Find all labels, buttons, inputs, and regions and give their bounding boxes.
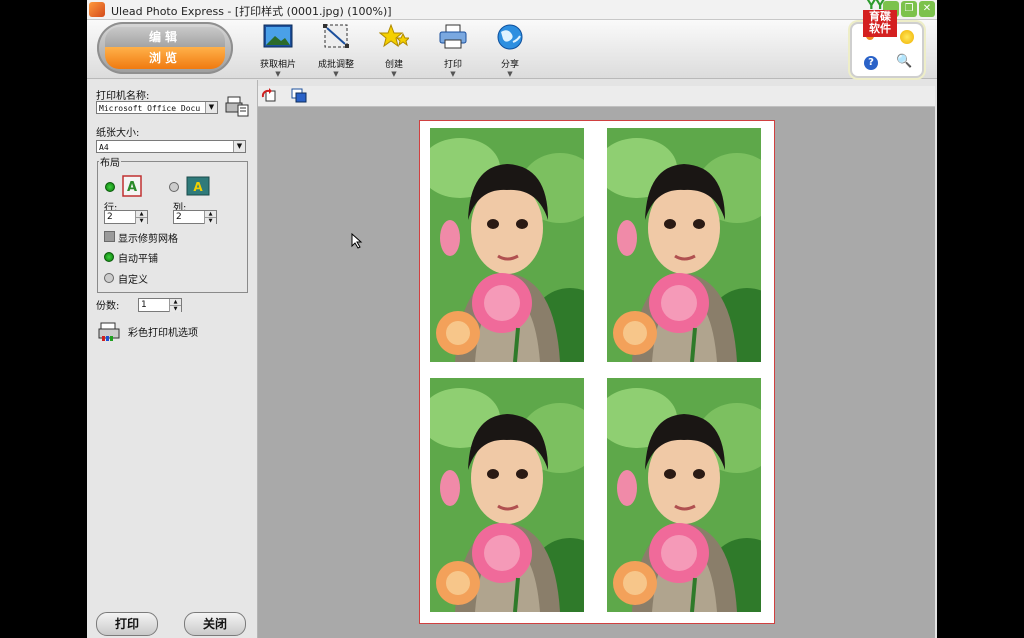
copies-label: 份数: — [96, 301, 120, 312]
main-toolbar: 编辑 浏览 获取相片 ▼ 成批调整 ▼ 创建 ▼ 打印 ▼ 分享 ▼ — [87, 20, 937, 79]
share-globe-icon — [497, 24, 523, 50]
chevron-down-icon: ▼ — [450, 70, 456, 78]
photo-icon — [263, 24, 293, 48]
tips-bulb-icon[interactable] — [900, 30, 914, 44]
photo-thumbnail[interactable] — [430, 128, 584, 362]
paper-size-value: A4 — [99, 143, 109, 152]
printer-select[interactable]: Microsoft Office Docu ▼ — [96, 101, 218, 114]
columns-stepper[interactable]: 2 ▲ ▼ — [173, 210, 217, 224]
portrait-orientation-icon[interactable]: A — [122, 175, 142, 197]
chevron-down-icon[interactable]: ▼ — [205, 102, 217, 113]
photo-thumbnail[interactable] — [607, 128, 761, 362]
printer-name-label: 打印机名称: — [96, 91, 150, 102]
chevron-down-icon: ▼ — [275, 70, 281, 78]
photo-image — [430, 378, 584, 612]
print-button[interactable]: 打印 — [96, 612, 158, 636]
get-photo-label: 获取相片 — [259, 60, 296, 70]
custom-radio[interactable] — [104, 273, 114, 283]
svg-text:A: A — [127, 180, 137, 195]
portrait-radio[interactable] — [105, 182, 115, 192]
share-button[interactable]: 分享 ▼ — [480, 24, 540, 78]
print-tool-button[interactable]: 打印 ▼ — [423, 24, 483, 78]
chevron-down-icon: ▼ — [507, 70, 513, 78]
printer-properties-icon[interactable] — [225, 95, 249, 117]
show-grid-checkbox[interactable] — [104, 231, 115, 242]
color-printer-icon[interactable] — [98, 322, 120, 342]
batch-adjust-label: 成批调整 — [317, 60, 354, 70]
search-icon[interactable]: 🔍 — [896, 54, 912, 70]
copies-value: 1 — [141, 300, 147, 310]
get-photo-button[interactable]: 获取相片 ▼ — [248, 24, 308, 78]
columns-value: 2 — [176, 212, 182, 222]
landscape-orientation-icon[interactable]: A — [186, 176, 210, 196]
printer-select-value: Microsoft Office Docu — [99, 104, 201, 113]
paper-size-select[interactable]: A4 ▼ — [96, 140, 246, 153]
custom-label: 自定义 — [118, 275, 148, 286]
print-preview-area — [258, 107, 935, 638]
show-grid-label: 显示修剪网格 — [118, 234, 178, 245]
window-title: Ulead Photo Express - [打印样式 (0001.jpg) (… — [111, 5, 392, 18]
mode-switcher: 编辑 浏览 — [97, 22, 233, 74]
paper-size-label: 纸张大小: — [96, 128, 140, 139]
batch-adjust-button[interactable]: 成批调整 ▼ — [306, 24, 366, 78]
print-settings-panel: 打印机名称: Microsoft Office Docu ▼ 纸张大小: A4 … — [87, 80, 258, 638]
photo-image — [430, 128, 584, 362]
browse-mode-button[interactable]: 浏览 — [105, 47, 225, 69]
preview-page — [419, 120, 775, 624]
watermark-logo: YY 育碟 软件 — [863, 0, 899, 38]
copies-stepper[interactable]: 1 ▲ ▼ — [138, 298, 182, 312]
mouse-cursor-icon — [351, 233, 363, 249]
rotate-icon[interactable] — [261, 88, 277, 103]
photo-image — [607, 378, 761, 612]
fit-page-icon[interactable] — [291, 88, 307, 103]
create-label: 创建 — [384, 60, 403, 70]
svg-text:A: A — [193, 180, 203, 194]
auto-tile-radio[interactable] — [104, 252, 114, 262]
photo-thumbnail[interactable] — [607, 378, 761, 612]
photo-image — [607, 128, 761, 362]
title-bar: Ulead Photo Express - [打印样式 (0001.jpg) (… — [87, 0, 937, 20]
print-tool-label: 打印 — [443, 60, 462, 70]
rows-stepper[interactable]: 2 ▲ ▼ — [104, 210, 148, 224]
decrement-icon[interactable]: ▼ — [135, 217, 147, 224]
printer-icon — [439, 24, 467, 49]
create-star-icon — [378, 23, 411, 48]
chevron-down-icon[interactable]: ▼ — [233, 141, 245, 152]
chevron-down-icon: ▼ — [391, 70, 397, 78]
chevron-down-icon: ▼ — [333, 70, 339, 78]
rows-value: 2 — [107, 212, 113, 222]
landscape-radio[interactable] — [169, 182, 179, 192]
preview-toolbar — [258, 86, 935, 107]
color-options-link[interactable]: 彩色打印机选项 — [128, 324, 198, 339]
photo-thumbnail[interactable] — [430, 378, 584, 612]
close-window-button[interactable]: ✕ — [919, 1, 935, 17]
auto-tile-label: 自动平铺 — [118, 254, 158, 265]
batch-adjust-icon — [323, 24, 349, 48]
logo-red-block: 育碟 软件 — [863, 10, 897, 37]
restore-button[interactable]: ❐ — [901, 1, 917, 17]
decrement-icon[interactable]: ▼ — [204, 217, 216, 224]
edit-mode-button[interactable]: 编辑 — [105, 27, 225, 47]
layout-group-title: 布局 — [99, 154, 121, 169]
app-icon — [89, 2, 105, 17]
help-icon[interactable]: ? — [864, 56, 878, 70]
close-button[interactable]: 关闭 — [184, 612, 246, 636]
app-window: Ulead Photo Express - [打印样式 (0001.jpg) (… — [87, 0, 937, 638]
share-label: 分享 — [500, 60, 519, 70]
decrement-icon[interactable]: ▼ — [169, 305, 181, 312]
create-button[interactable]: 创建 ▼ — [364, 23, 424, 78]
